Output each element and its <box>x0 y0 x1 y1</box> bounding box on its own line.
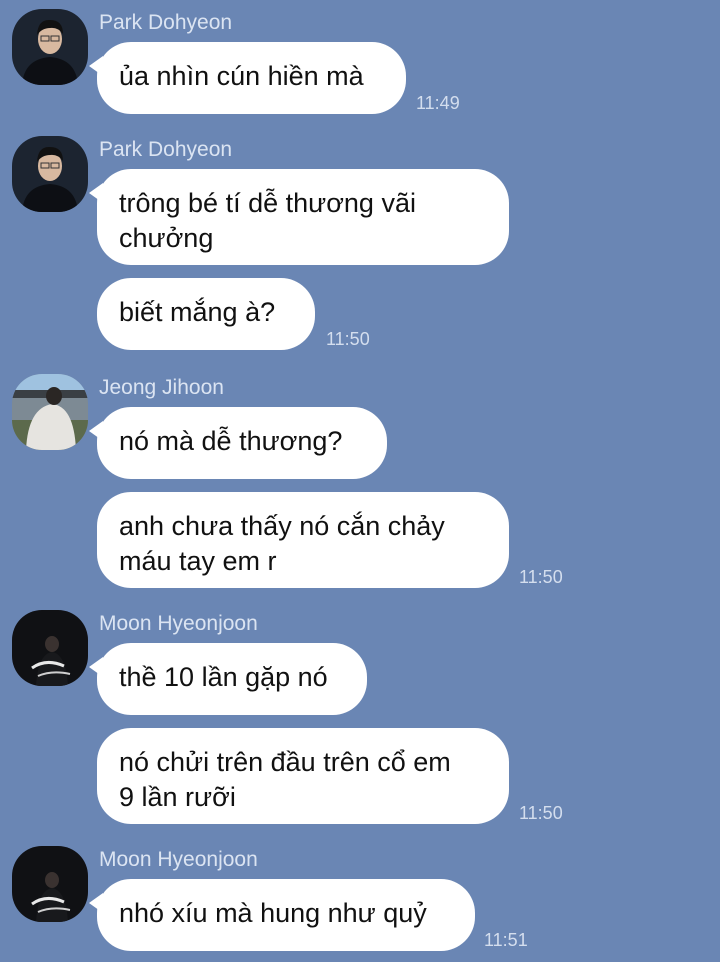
profile-photo-icon <box>12 374 88 450</box>
timestamp: 11:51 <box>484 930 528 950</box>
message-bubble[interactable]: trông bé tí dễ thương vãi chưởng <box>89 169 509 265</box>
sender-name: Moon Hyeonjoon <box>99 848 258 871</box>
message-bubble[interactable]: ủa nhìn cún hiền mà <box>89 42 406 114</box>
timestamp: 11:49 <box>416 93 460 113</box>
message-bubble[interactable]: nó chửi trên đầu trên cổ em 9 lần rưỡi <box>97 728 509 824</box>
sender-name: Park Dohyeon <box>99 138 233 161</box>
avatar[interactable] <box>12 9 88 85</box>
avatar[interactable] <box>12 846 88 922</box>
timestamp: 11:50 <box>326 329 370 349</box>
message-bubble[interactable]: thề 10 lần gặp nó <box>89 643 367 715</box>
message-bubble[interactable]: nó mà dễ thương? <box>89 407 387 479</box>
profile-photo-icon <box>12 846 88 922</box>
timestamp: 11:50 <box>519 803 563 823</box>
timestamp: 11:50 <box>519 567 563 587</box>
avatar[interactable] <box>12 136 88 212</box>
sender-name: Park Dohyeon <box>99 11 233 34</box>
sender-name: Jeong Jihoon <box>99 376 224 399</box>
message-bubble[interactable]: nhó xíu mà hung như quỷ <box>89 879 475 951</box>
profile-photo-icon <box>12 136 88 212</box>
profile-photo-icon <box>12 610 88 686</box>
message-bubble[interactable]: anh chưa thấy nó cắn chảy máu tay em r <box>97 492 509 588</box>
sender-name: Moon Hyeonjoon <box>99 612 258 635</box>
avatar[interactable] <box>12 374 88 450</box>
message-bubble[interactable]: biết mắng à? <box>97 278 315 350</box>
profile-photo-icon <box>12 9 88 85</box>
avatar[interactable] <box>12 610 88 686</box>
